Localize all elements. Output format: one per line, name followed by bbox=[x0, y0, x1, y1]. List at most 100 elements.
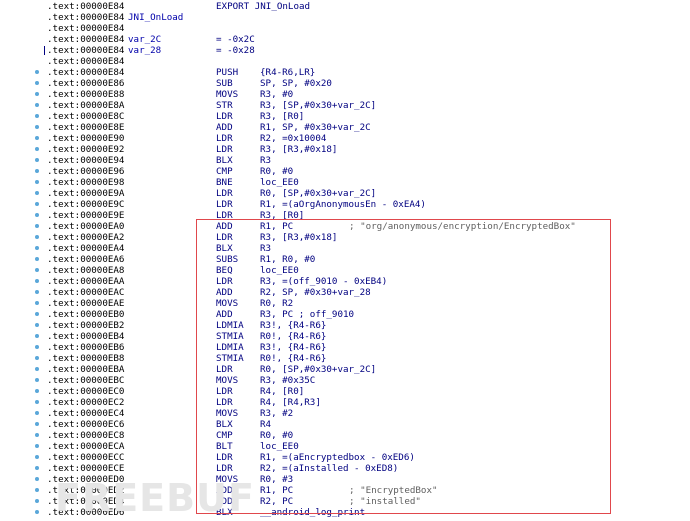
listing-row[interactable]: .text:00000E8A STR R3, [SP,#0x30+var_2C] bbox=[0, 100, 690, 111]
operands[interactable]: R3, [SP,#0x30+var_2C] bbox=[260, 100, 376, 111]
gutter bbox=[0, 408, 44, 419]
breakpoint-dot-icon[interactable] bbox=[35, 389, 39, 393]
breakpoint-dot-icon[interactable] bbox=[35, 169, 39, 173]
listing-row[interactable]: .text:00000E98 BNE loc_EE0 bbox=[0, 177, 690, 188]
operands[interactable]: R3, [R3,#0x18] bbox=[260, 144, 337, 155]
breakpoint-dot-icon[interactable] bbox=[35, 235, 39, 239]
listing-row[interactable]: .text:00000E92 LDR R3, [R3,#0x18] bbox=[0, 144, 690, 155]
listing-row[interactable]: .text:00000E84 var_28 = -0x28 bbox=[0, 45, 690, 56]
breakpoint-dot-icon[interactable] bbox=[35, 125, 39, 129]
breakpoint-dot-icon[interactable] bbox=[35, 224, 39, 228]
address: .text:00000E84 bbox=[47, 12, 125, 23]
gutter bbox=[0, 111, 44, 122]
symbol-label[interactable]: JNI_OnLoad bbox=[128, 12, 183, 23]
address: .text:00000E94 bbox=[47, 155, 125, 166]
listing-row[interactable]: .text:00000E9C LDR R1, =(aOrgAnonymousEn -… bbox=[0, 199, 690, 210]
breakpoint-dot-icon[interactable] bbox=[35, 114, 39, 118]
breakpoint-dot-icon[interactable] bbox=[35, 136, 39, 140]
breakpoint-dot-icon[interactable] bbox=[35, 312, 39, 316]
listing-row[interactable]: .text:00000E84 bbox=[0, 23, 690, 34]
listing-row[interactable]: .text:00000E86 SUB SP, SP, #0x20 bbox=[0, 78, 690, 89]
address: .text:00000EB0 bbox=[47, 309, 125, 320]
mnemonic: LDR bbox=[216, 144, 233, 155]
mnemonic: STR bbox=[216, 100, 233, 111]
breakpoint-dot-icon[interactable] bbox=[35, 70, 39, 74]
operands[interactable]: R2, =0x10004 bbox=[260, 133, 326, 144]
operands[interactable]: SP, SP, #0x20 bbox=[260, 78, 332, 89]
gutter bbox=[0, 441, 44, 452]
operands[interactable]: {R4-R6,LR} bbox=[260, 67, 315, 78]
breakpoint-dot-icon[interactable] bbox=[35, 257, 39, 261]
breakpoint-dot-icon[interactable] bbox=[35, 268, 39, 272]
breakpoint-dot-icon[interactable] bbox=[35, 246, 39, 250]
breakpoint-dot-icon[interactable] bbox=[35, 455, 39, 459]
gutter bbox=[0, 276, 44, 287]
breakpoint-dot-icon[interactable] bbox=[35, 81, 39, 85]
operands[interactable]: R3, #0 bbox=[260, 89, 293, 100]
breakpoint-dot-icon[interactable] bbox=[35, 334, 39, 338]
operands[interactable]: R1, SP, #0x30+var_2C bbox=[260, 122, 371, 133]
gutter bbox=[0, 419, 44, 430]
listing-row[interactable]: .text:00000E8E ADD R1, SP, #0x30+var_2C bbox=[0, 122, 690, 133]
listing-row[interactable]: .text:00000E8C LDR R3, [R0] bbox=[0, 111, 690, 122]
breakpoint-dot-icon[interactable] bbox=[35, 202, 39, 206]
gutter bbox=[0, 452, 44, 463]
symbol-label[interactable]: var_28 bbox=[128, 45, 161, 56]
gutter bbox=[0, 155, 44, 166]
address: .text:00000E84 bbox=[47, 1, 125, 12]
mnemonic: ADD bbox=[216, 122, 233, 133]
breakpoint-dot-icon[interactable] bbox=[35, 400, 39, 404]
address: .text:00000E84 bbox=[47, 34, 125, 45]
listing-row[interactable]: .text:00000E90 LDR R2, =0x10004 bbox=[0, 133, 690, 144]
listing-row[interactable]: .text:00000E84 JNI_OnLoad bbox=[0, 12, 690, 23]
breakpoint-dot-icon[interactable] bbox=[35, 323, 39, 327]
address: .text:00000EC2 bbox=[47, 397, 125, 408]
breakpoint-dot-icon[interactable] bbox=[35, 92, 39, 96]
gutter bbox=[0, 320, 44, 331]
address: .text:00000E92 bbox=[47, 144, 125, 155]
breakpoint-dot-icon[interactable] bbox=[35, 191, 39, 195]
mnemonic: BLX bbox=[216, 155, 233, 166]
breakpoint-dot-icon[interactable] bbox=[35, 103, 39, 107]
gutter bbox=[0, 386, 44, 397]
listing-row[interactable]: .text:00000E84 PUSH {R4-R6,LR} bbox=[0, 67, 690, 78]
gutter bbox=[0, 353, 44, 364]
listing-row[interactable]: .text:00000E88 MOVS R3, #0 bbox=[0, 89, 690, 100]
breakpoint-dot-icon[interactable] bbox=[35, 356, 39, 360]
breakpoint-dot-icon[interactable] bbox=[35, 301, 39, 305]
listing-row[interactable]: .text:00000E94 BLX R3 bbox=[0, 155, 690, 166]
breakpoint-dot-icon[interactable] bbox=[35, 345, 39, 349]
listing-row[interactable]: .text:00000E84 bbox=[0, 56, 690, 67]
breakpoint-dot-icon[interactable] bbox=[35, 444, 39, 448]
breakpoint-dot-icon[interactable] bbox=[35, 411, 39, 415]
gutter bbox=[0, 364, 44, 375]
breakpoint-dot-icon[interactable] bbox=[35, 158, 39, 162]
address: .text:00000EAA bbox=[47, 276, 125, 287]
listing-row[interactable]: .text:00000E84 var_2C = -0x2C bbox=[0, 34, 690, 45]
breakpoint-dot-icon[interactable] bbox=[35, 367, 39, 371]
symbol-label[interactable]: var_2C bbox=[128, 34, 161, 45]
operands[interactable]: R3, [R0] bbox=[260, 111, 304, 122]
breakpoint-dot-icon[interactable] bbox=[35, 279, 39, 283]
gutter bbox=[0, 34, 44, 45]
breakpoint-dot-icon[interactable] bbox=[35, 378, 39, 382]
breakpoint-dot-icon[interactable] bbox=[35, 147, 39, 151]
operands[interactable]: R0, [SP,#0x30+var_2C] bbox=[260, 188, 376, 199]
address: .text:00000E86 bbox=[47, 78, 125, 89]
breakpoint-dot-icon[interactable] bbox=[35, 213, 39, 217]
operands[interactable]: R3 bbox=[260, 155, 271, 166]
operands[interactable]: R1, =(aOrgAnonymousEn - 0xEA4) bbox=[260, 199, 426, 210]
operands[interactable]: loc_EE0 bbox=[260, 177, 299, 188]
breakpoint-dot-icon[interactable] bbox=[35, 433, 39, 437]
breakpoint-dot-icon[interactable] bbox=[35, 290, 39, 294]
address: .text:00000EB4 bbox=[47, 331, 125, 342]
operands[interactable]: R0, #0 bbox=[260, 166, 293, 177]
listing-row[interactable]: .text:00000E9A LDR R0, [SP,#0x30+var_2C] bbox=[0, 188, 690, 199]
breakpoint-dot-icon[interactable] bbox=[35, 422, 39, 426]
mnemonic: LDR bbox=[216, 133, 233, 144]
listing-row[interactable]: .text:00000E84 EXPORT JNI_OnLoad bbox=[0, 1, 690, 12]
address: .text:00000EA4 bbox=[47, 243, 125, 254]
listing-row[interactable]: .text:00000E96 CMP R0, #0 bbox=[0, 166, 690, 177]
address: .text:00000E98 bbox=[47, 177, 125, 188]
breakpoint-dot-icon[interactable] bbox=[35, 180, 39, 184]
